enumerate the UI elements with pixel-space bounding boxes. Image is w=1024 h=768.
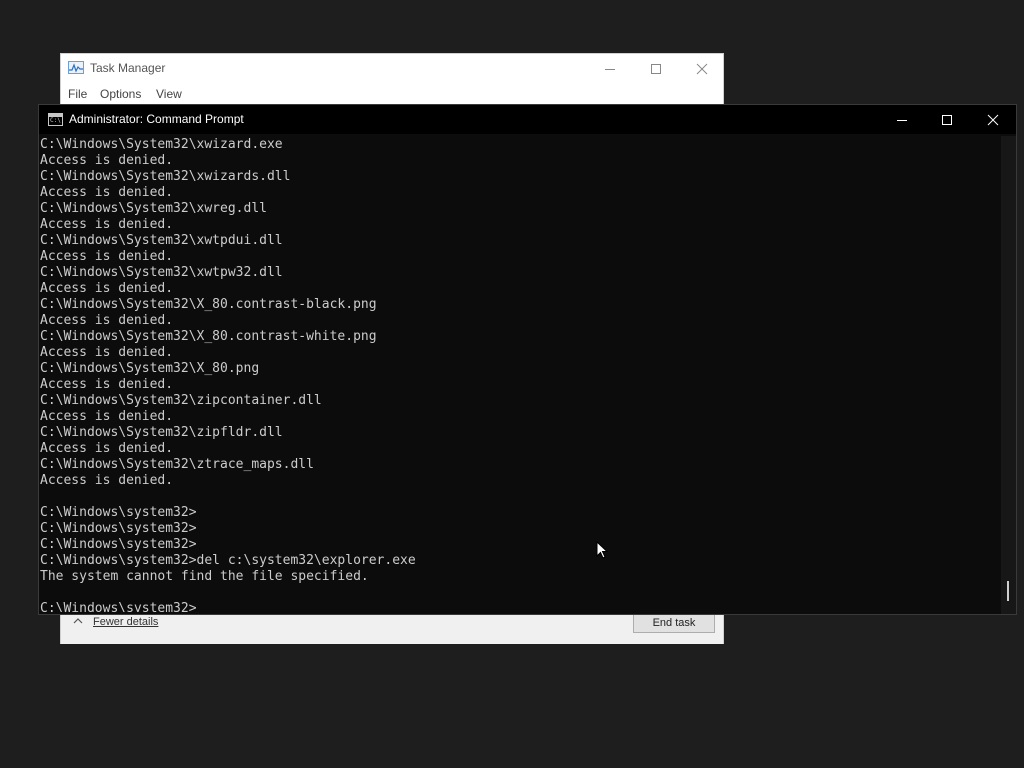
- console-line: Access is denied.: [40, 441, 174, 456]
- command-prompt-icon-text: C:\: [50, 117, 61, 124]
- fewer-details-label: Fewer details: [93, 616, 159, 628]
- maximize-icon[interactable]: [633, 54, 679, 84]
- console-line: Access is denied.: [40, 473, 174, 488]
- console-line: C:\Windows\system32>: [40, 537, 197, 552]
- desktop: Task Manager File Options View Fewer det…: [0, 0, 1024, 768]
- console-line: C:\Windows\System32\xwizard.exe: [40, 137, 283, 152]
- end-task-button[interactable]: End task: [633, 613, 715, 633]
- fewer-details-button[interactable]: Fewer details: [73, 616, 158, 628]
- console-line: Access is denied.: [40, 313, 174, 328]
- task-manager-title: Task Manager: [90, 61, 166, 75]
- console-line: C:\Windows\System32\zipcontainer.dll: [40, 393, 322, 408]
- maximize-icon[interactable]: [924, 105, 970, 134]
- vertical-scrollbar[interactable]: [1001, 136, 1016, 614]
- console-line: C:\Windows\system32>del c:\system32\expl…: [40, 553, 416, 568]
- menu-options[interactable]: Options: [100, 87, 141, 101]
- console-output[interactable]: C:\Windows\System32\xwizard.exe Access is…: [39, 136, 1001, 612]
- console-line: C:\Windows\system32>: [40, 505, 197, 520]
- command-prompt-title: Administrator: Command Prompt: [69, 112, 244, 126]
- console-line: Access is denied.: [40, 377, 174, 392]
- console-line: Access is denied.: [40, 345, 174, 360]
- console-line: Access is denied.: [40, 281, 174, 296]
- console-line: C:\Windows\System32\X_80.contrast-black.…: [40, 297, 377, 312]
- console-line: C:\Windows\System32\X_80.contrast-white.…: [40, 329, 377, 344]
- console-line: C:\Windows\System32\xwtpw32.dll: [40, 265, 283, 280]
- console-line: C:\Windows\System32\xwreg.dll: [40, 201, 267, 216]
- console-line: C:\Windows\System32\X_80.png: [40, 361, 260, 376]
- close-icon[interactable]: [679, 54, 725, 84]
- scrollbar-thumb[interactable]: [1007, 581, 1009, 601]
- close-icon[interactable]: [970, 105, 1016, 134]
- console-line: The system cannot find the file specifie…: [40, 569, 369, 584]
- console-line: Access is denied.: [40, 185, 174, 200]
- command-prompt-window[interactable]: C:\ Administrator: Command Prompt C:\Win…: [38, 104, 1017, 615]
- command-prompt-icon: C:\: [48, 113, 63, 126]
- chevron-up-icon: [73, 617, 83, 628]
- minimize-icon[interactable]: [587, 54, 633, 84]
- task-manager-footer: Fewer details End task: [61, 613, 723, 644]
- console-line: Access is denied.: [40, 153, 174, 168]
- console-line: C:\Windows\system32>: [40, 601, 197, 612]
- command-prompt-titlebar[interactable]: C:\ Administrator: Command Prompt: [39, 105, 1016, 134]
- console-line: C:\Windows\System32\xwtpdui.dll: [40, 233, 283, 248]
- task-manager-menubar: File Options View: [61, 84, 723, 106]
- console-line: C:\Windows\System32\zipfldr.dll: [40, 425, 283, 440]
- mouse-pointer-icon: [596, 540, 609, 564]
- task-manager-titlebar[interactable]: Task Manager: [61, 54, 723, 84]
- task-manager-icon: [68, 61, 84, 74]
- minimize-icon[interactable]: [879, 105, 925, 134]
- console-line: C:\Windows\System32\xwizards.dll: [40, 169, 291, 184]
- console-line: C:\Windows\System32\ztrace_maps.dll: [40, 457, 314, 472]
- console-line: Access is denied.: [40, 409, 174, 424]
- menu-view[interactable]: View: [156, 87, 182, 101]
- console-line: C:\Windows\system32>: [40, 521, 197, 536]
- console-line: Access is denied.: [40, 249, 174, 264]
- menu-file[interactable]: File: [68, 87, 87, 101]
- console-line: Access is denied.: [40, 217, 174, 232]
